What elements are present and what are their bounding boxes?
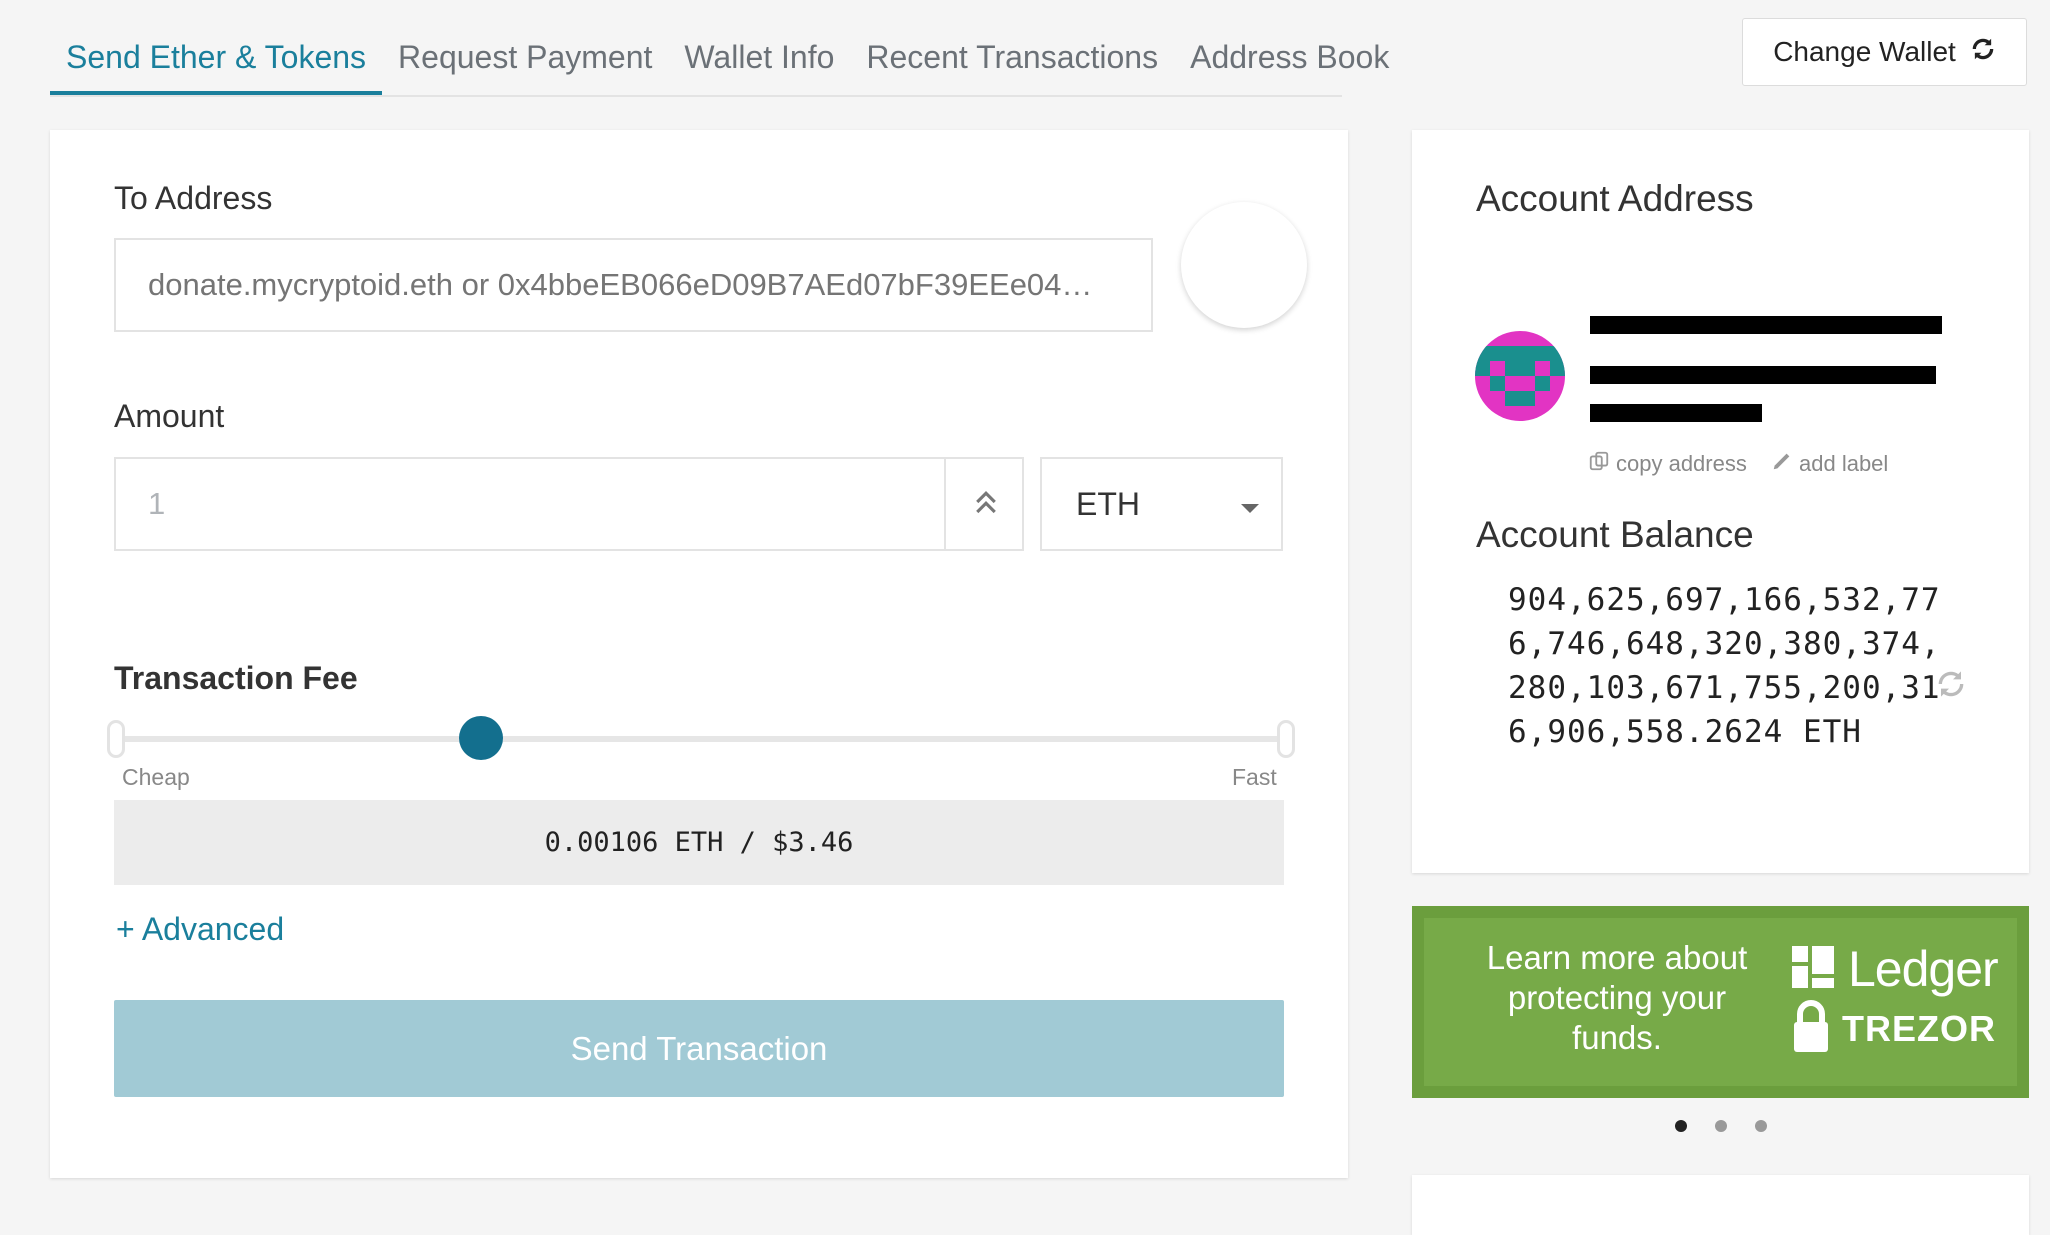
account-address-title: Account Address — [1476, 178, 1754, 219]
fee-slider-max-mark — [1277, 720, 1295, 758]
carousel-dot-1[interactable] — [1675, 1120, 1687, 1132]
refresh-balance-icon[interactable] — [1935, 668, 1967, 705]
fee-display: 0.00106 ETH / $3.46 — [114, 800, 1284, 885]
amount-value: 1 — [148, 486, 166, 521]
fee-cheap-label: Cheap — [122, 764, 190, 790]
send-transaction-button[interactable]: Send Transaction — [114, 1000, 1284, 1097]
main-tabs: Send Ether & Tokens Request Payment Wall… — [50, 0, 1389, 97]
send-everything-button[interactable] — [944, 457, 1026, 551]
promo-text: Learn more about protecting your funds. — [1486, 939, 1748, 1056]
advanced-toggle[interactable]: + Advanced — [116, 911, 284, 948]
copy-address-link[interactable]: copy address — [1588, 450, 1747, 478]
caret-down-icon — [1239, 486, 1261, 523]
double-chevron-up-icon — [971, 487, 1001, 522]
change-wallet-button[interactable]: Change Wallet — [1742, 18, 2027, 86]
tab-address-book[interactable]: Address Book — [1174, 0, 1405, 95]
trezor-brand: TREZOR — [1842, 1008, 1996, 1049]
fee-slider-thumb[interactable] — [458, 716, 503, 760]
fee-slider-track[interactable] — [118, 736, 1288, 742]
fee-fast-label: Fast — [1232, 764, 1277, 790]
add-label-label: add label — [1799, 451, 1889, 476]
unit-select[interactable]: ETH — [1040, 457, 1283, 551]
amount-label: Amount — [114, 398, 225, 434]
fee-slider-min-mark — [107, 720, 125, 758]
ledger-logo-icon — [1792, 946, 1834, 993]
to-address-label: To Address — [114, 180, 273, 216]
carousel-dot-2[interactable] — [1715, 1120, 1727, 1132]
tab-request-payment[interactable]: Request Payment — [382, 0, 668, 95]
account-identicon — [1475, 331, 1565, 421]
change-wallet-label: Change Wallet — [1773, 36, 1956, 67]
to-address-input[interactable] — [114, 238, 1153, 332]
ledger-brand: Ledger — [1848, 941, 1999, 997]
copy-icon — [1588, 450, 1610, 478]
tab-wallet-info[interactable]: Wallet Info — [668, 0, 850, 95]
copy-address-label: copy address — [1616, 451, 1747, 476]
secondary-card — [1412, 1175, 2029, 1235]
transaction-fee-label: Transaction Fee — [114, 660, 358, 696]
refresh-icon — [1970, 36, 1996, 69]
account-card — [1412, 130, 2029, 873]
tab-send-ether-tokens[interactable]: Send Ether & Tokens — [50, 0, 383, 95]
tab-recent-transactions[interactable]: Recent Transactions — [850, 0, 1174, 95]
unit-value: ETH — [1076, 485, 1140, 522]
amount-input[interactable]: 1 — [114, 457, 1024, 551]
address-identicon-placeholder — [1181, 202, 1307, 328]
account-balance-value: 904,625,697,166,532,776,746,648,320,380,… — [1508, 582, 1941, 750]
account-balance-title: Account Balance — [1476, 514, 1754, 555]
add-label-link[interactable]: add label — [1771, 450, 1888, 478]
pencil-icon — [1771, 450, 1793, 478]
carousel-dot-3[interactable] — [1755, 1120, 1767, 1132]
lock-icon — [1792, 1000, 1830, 1059]
